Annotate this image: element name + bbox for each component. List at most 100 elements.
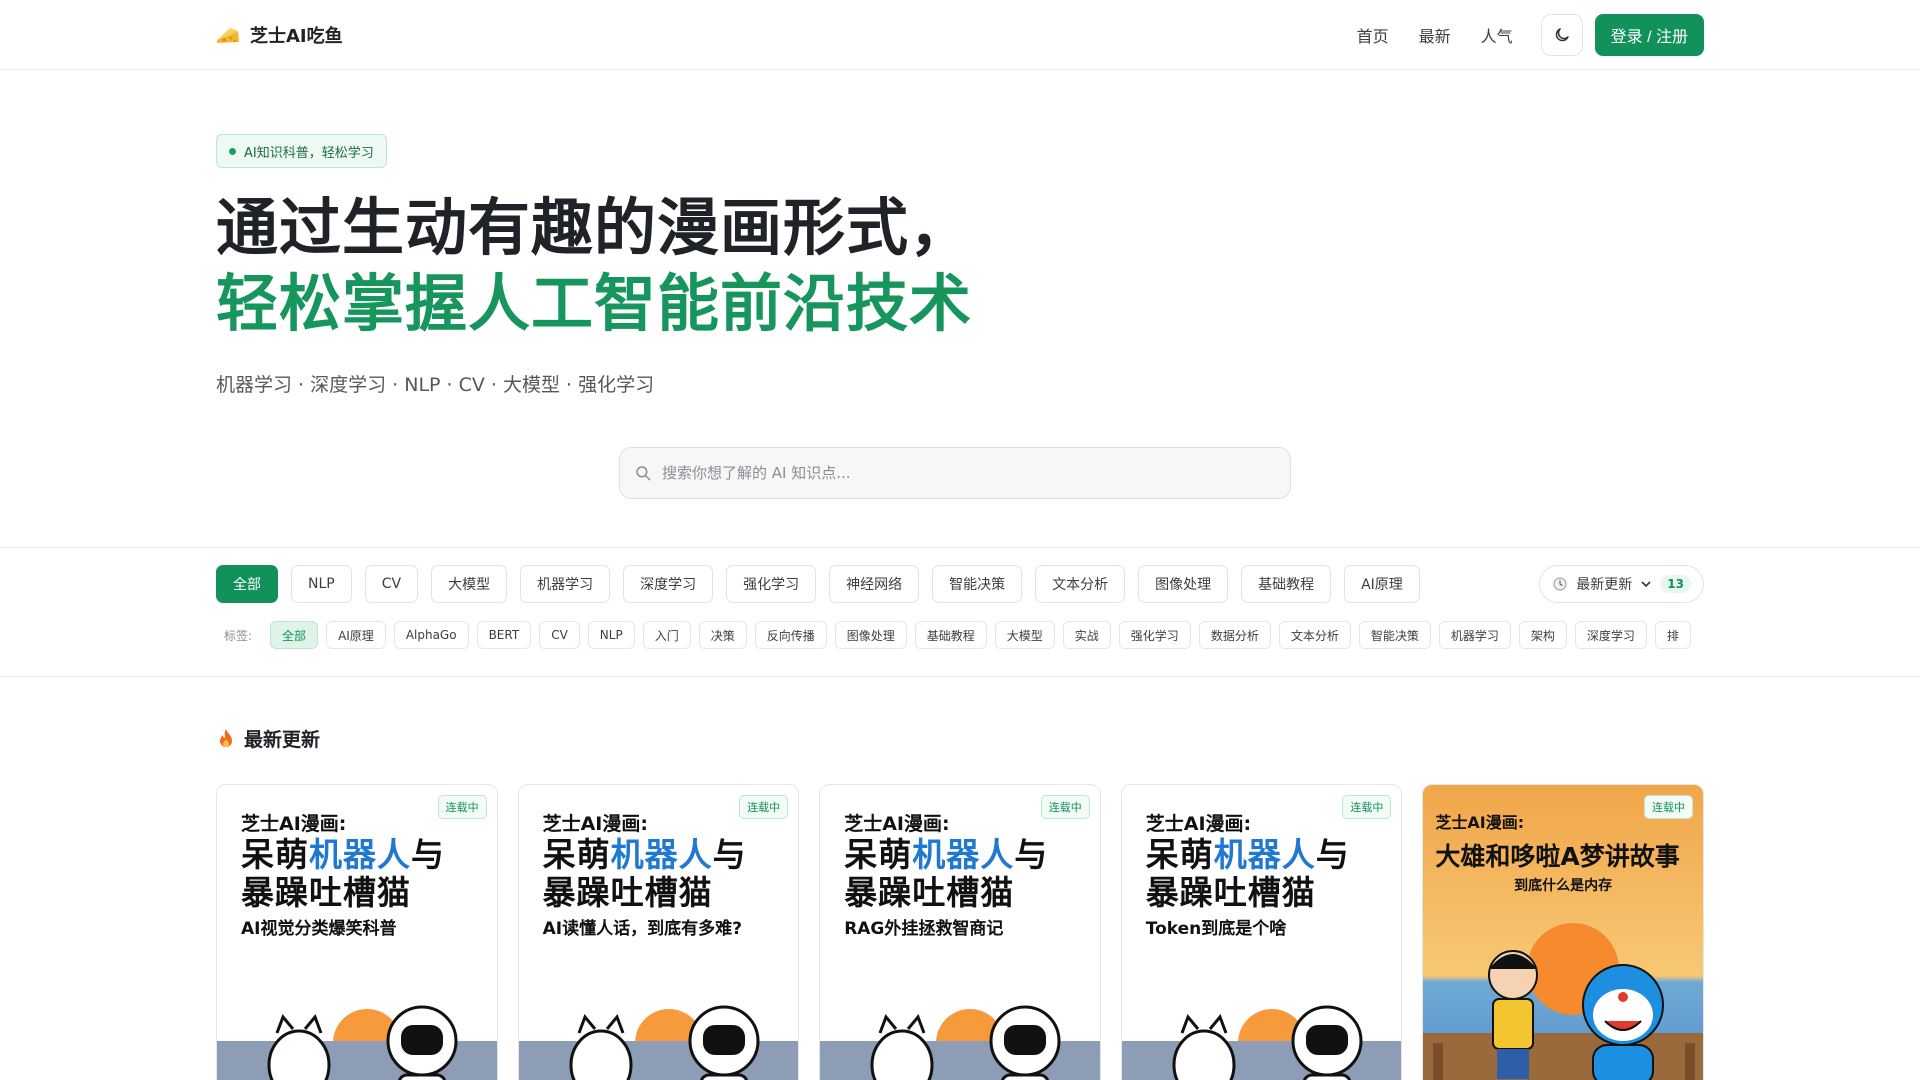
nav-home[interactable]: 首页 xyxy=(1357,23,1389,47)
headline-line-1: 通过生动有趣的漫画形式， xyxy=(216,191,973,264)
cover-title-highlight: 机器人 xyxy=(610,835,713,874)
comic-card-list: 连载中 芝士AI漫画: 呆萌机器人与 暴躁吐槽猫 AI视觉分类爆笑科普 连载中 … xyxy=(216,784,1704,1080)
sort-label: 最新更新 xyxy=(1576,577,1633,593)
tag-chip[interactable]: AlphaGo xyxy=(393,621,469,649)
cover-title-part: 与 xyxy=(1014,835,1049,874)
tag-chip[interactable]: 强化学习 xyxy=(1118,621,1191,649)
status-badge: 连载中 xyxy=(1040,795,1090,819)
category-tab-basics[interactable]: 基础教程 xyxy=(1241,565,1332,603)
comic-cover-illustration xyxy=(217,1005,497,1080)
tag-chip[interactable]: 基础教程 xyxy=(914,621,987,649)
cover-title-line2: 暴躁吐槽猫 xyxy=(1145,873,1316,912)
status-dot-icon xyxy=(229,147,236,155)
cover-title-line2: 暴躁吐槽猫 xyxy=(241,873,411,912)
comic-cover-illustration xyxy=(1121,1005,1402,1080)
category-tab-llm[interactable]: 大模型 xyxy=(431,565,508,603)
category-tab-cv[interactable]: CV xyxy=(364,565,419,603)
status-badge: 连载中 xyxy=(1342,795,1392,819)
tag-chip[interactable]: 智能决策 xyxy=(1358,621,1431,649)
cover-text: 芝士AI漫画: 呆萌机器人与 暴躁吐槽猫 RAG外挂拯救智商记 xyxy=(844,809,1084,939)
category-tab-nn[interactable]: 神经网络 xyxy=(829,565,920,603)
category-tab-decision[interactable]: 智能决策 xyxy=(932,565,1023,603)
tag-chip[interactable]: 深度学习 xyxy=(1574,621,1647,649)
cover-title: 大雄和哆啦A梦讲故事 xyxy=(1435,842,1680,871)
latest-section: 最新更新 连载中 芝士AI漫画: 呆萌机器人与 暴躁吐槽猫 AI视觉分类爆笑科普 xyxy=(0,677,1920,1080)
cover-subtitle: Token到底是个啥 xyxy=(1145,919,1287,939)
tag-chip[interactable]: 大模型 xyxy=(994,621,1055,649)
tag-chip[interactable]: BERT xyxy=(476,621,532,649)
cover-title-part: 与 xyxy=(411,835,445,874)
search-input[interactable] xyxy=(662,464,1276,482)
hero-section: AI知识科普，轻松学习 通过生动有趣的漫画形式， 轻松掌握人工智能前沿技术 机器… xyxy=(0,70,1920,547)
tag-chip[interactable]: 数据分析 xyxy=(1198,621,1271,649)
comic-card[interactable]: 连载中 芝士AI漫画: 呆萌机器人与 暴躁吐槽猫 Token到底是个啥 xyxy=(1120,784,1403,1080)
cover-title-part: 与 xyxy=(1315,835,1350,874)
comic-card[interactable]: 连载中 芝士AI漫画: 大雄和哆啦A梦讲故事 到底什么是内存 xyxy=(1422,784,1704,1080)
main-nav: 首页 最新 人气 xyxy=(1357,23,1513,47)
cover-title-highlight: 机器人 xyxy=(1213,835,1316,874)
comic-cover-illustration xyxy=(820,1005,1100,1080)
cover-subtitle: RAG外挂拯救智商记 xyxy=(844,919,1004,939)
category-tab-ml[interactable]: 机器学习 xyxy=(520,565,611,603)
tag-chip[interactable]: 图像处理 xyxy=(834,621,907,649)
cover-text: 芝士AI漫画: 呆萌机器人与 暴躁吐槽猫 Token到底是个啥 xyxy=(1146,809,1386,939)
tag-chip[interactable]: 排 xyxy=(1654,621,1691,649)
cover-subtitle: AI读懂人话，到底有多难? xyxy=(542,919,742,939)
category-tab-text[interactable]: 文本分析 xyxy=(1035,565,1126,603)
theme-toggle-button[interactable] xyxy=(1540,14,1583,56)
search-box[interactable] xyxy=(619,447,1291,499)
headline-line-2: 轻松掌握人工智能前沿技术 xyxy=(216,267,973,340)
nav-popular[interactable]: 人气 xyxy=(1481,23,1513,47)
hero-subtitle: 机器学习 · 深度学习 · NLP · CV · 大模型 · 强化学习 xyxy=(216,374,655,396)
cover-title-part: 呆萌 xyxy=(241,835,309,874)
category-tab-ai-principle[interactable]: AI原理 xyxy=(1344,565,1420,603)
chevron-down-icon xyxy=(1641,581,1651,588)
tag-chip[interactable]: 实战 xyxy=(1062,621,1111,649)
tag-chip[interactable]: 架构 xyxy=(1518,621,1567,649)
brand-name: 芝士AI吃鱼 xyxy=(250,26,343,47)
comic-cover-illustration xyxy=(518,1005,799,1080)
cover-title-part: 与 xyxy=(712,835,747,874)
fire-icon xyxy=(220,728,232,747)
category-list: 全部 NLP CV 大模型 机器学习 深度学习 强化学习 神经网络 智能决策 文… xyxy=(216,565,1420,603)
top-header: 芝士AI吃鱼 首页 最新 人气 登录 / 注册 xyxy=(0,0,1920,70)
hero-badge: AI知识科普，轻松学习 xyxy=(216,134,387,168)
category-tab-rl[interactable]: 强化学习 xyxy=(726,565,817,603)
tag-chip[interactable]: 入门 xyxy=(642,621,691,649)
tag-chip[interactable]: 反向传播 xyxy=(754,621,827,649)
cover-title-line1: 呆萌机器人与 xyxy=(543,836,783,874)
category-tab-dl[interactable]: 深度学习 xyxy=(623,565,714,603)
sort-dropdown[interactable]: 最新更新 13 xyxy=(1539,565,1704,603)
tag-chip[interactable]: 决策 xyxy=(698,621,747,649)
section-title-text: 最新更新 xyxy=(244,729,321,751)
tag-chip[interactable]: AI原理 xyxy=(326,621,386,649)
category-tab-all[interactable]: 全部 xyxy=(216,565,278,603)
cover-text: 芝士AI漫画: 呆萌机器人与 暴躁吐槽猫 AI读懂人话，到底有多难? xyxy=(543,809,783,939)
cover-title-highlight: 机器人 xyxy=(309,835,411,874)
cover-text: 芝士AI漫画: 大雄和哆啦A梦讲故事 到底什么是内存 xyxy=(1435,809,1691,895)
tag-chip[interactable]: 文本分析 xyxy=(1278,621,1351,649)
tag-chip[interactable]: 全部 xyxy=(270,621,319,649)
cover-title-highlight: 机器人 xyxy=(912,835,1015,874)
cheese-icon xyxy=(216,26,240,44)
category-tab-nlp[interactable]: NLP xyxy=(291,565,352,603)
category-tab-image[interactable]: 图像处理 xyxy=(1138,565,1229,603)
cover-title-line1: 呆萌机器人与 xyxy=(1146,836,1386,874)
comic-card[interactable]: 连载中 芝士AI漫画: 呆萌机器人与 暴躁吐槽猫 RAG外挂拯救智商记 xyxy=(819,784,1101,1080)
clock-icon xyxy=(1553,577,1567,591)
tag-chip[interactable]: NLP xyxy=(587,621,635,649)
comic-card[interactable]: 连载中 芝士AI漫画: 呆萌机器人与 暴躁吐槽猫 AI读懂人话，到底有多难? xyxy=(517,784,800,1080)
cover-subtitle: 到底什么是内存 xyxy=(1514,878,1613,894)
brand[interactable]: 芝士AI吃鱼 xyxy=(216,22,343,48)
status-badge: 连载中 xyxy=(739,795,789,819)
cover-title-part: 呆萌 xyxy=(844,835,913,874)
cover-title-line2: 暴躁吐槽猫 xyxy=(844,873,1015,912)
tag-chip[interactable]: 机器学习 xyxy=(1438,621,1511,649)
cover-title-part: 呆萌 xyxy=(1145,835,1214,874)
search-icon xyxy=(636,466,651,481)
login-register-button[interactable]: 登录 / 注册 xyxy=(1594,14,1704,56)
comic-card[interactable]: 连载中 芝士AI漫画: 呆萌机器人与 暴躁吐槽猫 AI视觉分类爆笑科普 xyxy=(216,784,498,1080)
tag-chip[interactable]: CV xyxy=(539,621,580,649)
nav-latest[interactable]: 最新 xyxy=(1419,23,1451,47)
moon-icon xyxy=(1555,28,1569,42)
